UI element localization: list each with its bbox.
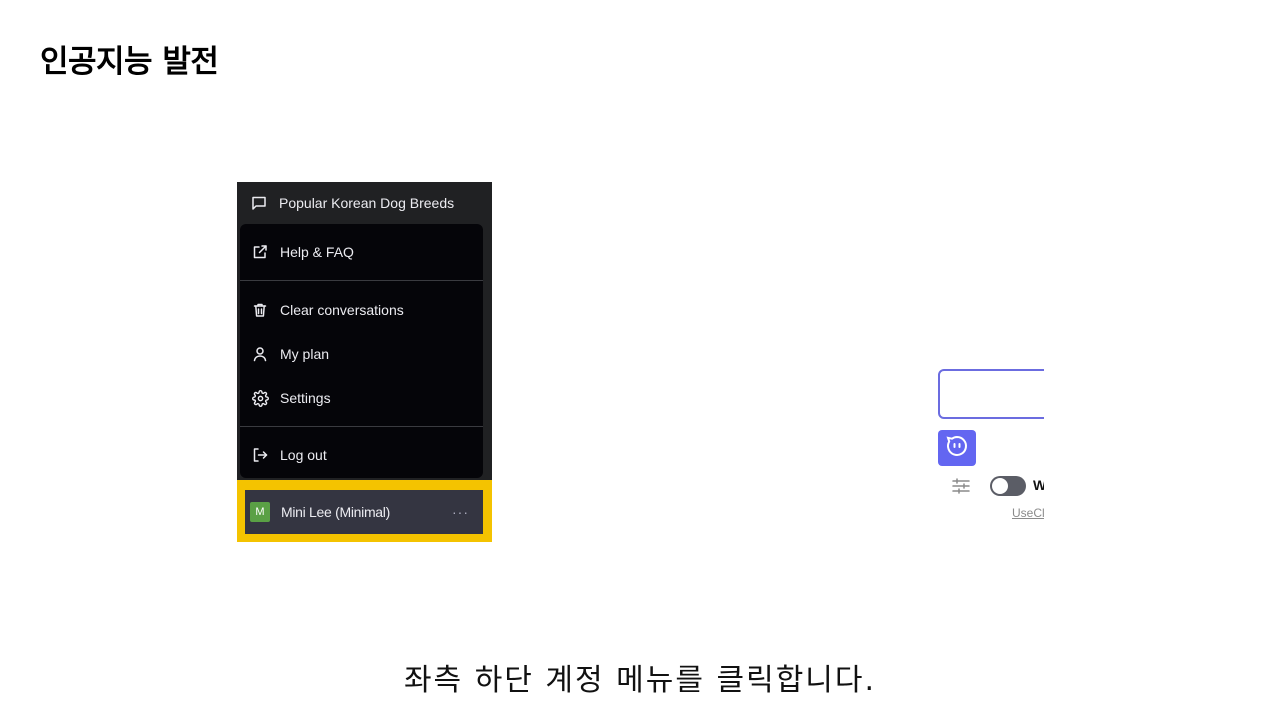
menu-item-help[interactable]: Help & FAQ: [240, 232, 483, 272]
menu-divider: [240, 280, 483, 281]
menu-item-log-out[interactable]: Log out: [240, 435, 483, 475]
bot-button[interactable]: [938, 430, 976, 466]
user-icon: [251, 345, 269, 363]
account-name: Mini Lee (Minimal): [281, 504, 390, 520]
web-access-toggle[interactable]: [990, 476, 1026, 496]
avatar: M: [250, 502, 270, 522]
gear-icon: [251, 389, 269, 407]
menu-item-label: Settings: [280, 390, 331, 406]
sliders-icon[interactable]: [951, 476, 971, 496]
external-link-icon: [251, 243, 269, 261]
chat-input-screenshot: W UseCl: [936, 366, 1044, 526]
menu-item-label: Clear conversations: [280, 302, 404, 318]
menu-item-clear-conversations[interactable]: Clear conversations: [240, 290, 483, 330]
footer-link[interactable]: UseCl: [1012, 506, 1044, 520]
chat-input-field[interactable]: [938, 369, 1044, 419]
menu-divider: [240, 426, 483, 427]
bot-face-icon: [946, 435, 968, 462]
menu-item-label: Help & FAQ: [280, 244, 354, 260]
account-menu-button[interactable]: M Mini Lee (Minimal) ···: [245, 490, 483, 534]
chat-bubble-icon: [250, 194, 268, 212]
toggle-knob: [992, 478, 1008, 494]
menu-item-label: Log out: [280, 447, 327, 463]
menu-item-settings[interactable]: Settings: [240, 378, 483, 418]
menu-item-label: My plan: [280, 346, 330, 362]
slide-title: 인공지능 발전: [40, 44, 219, 80]
toggle-label: W: [1033, 477, 1044, 493]
sidebar-menu-screenshot: Popular Korean Dog Breeds Help & FAQ Cle…: [237, 182, 492, 542]
conversation-title: Popular Korean Dog Breeds: [279, 195, 455, 211]
slide-caption: 좌측 하단 계정 메뉴를 클릭합니다.: [403, 663, 877, 698]
logout-icon: [251, 446, 269, 464]
trash-icon: [251, 301, 269, 319]
conversation-item[interactable]: Popular Korean Dog Breeds: [237, 182, 492, 224]
menu-item-my-plan[interactable]: My plan: [240, 334, 483, 374]
account-popup-menu: Help & FAQ Clear conversations My plan S…: [240, 224, 483, 478]
more-options-icon[interactable]: ···: [452, 504, 469, 520]
